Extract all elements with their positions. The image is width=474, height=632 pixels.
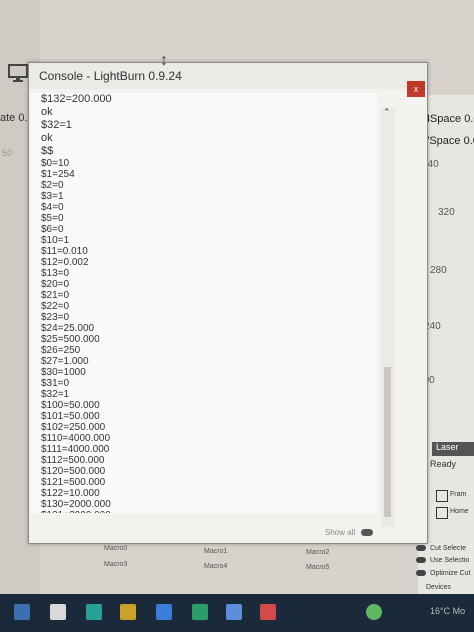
console-line: $27=1.000: [41, 356, 89, 367]
console-line: $100=50.000: [41, 400, 100, 411]
macro-button[interactable]: Macro5: [306, 564, 329, 571]
edge-icon[interactable]: [86, 604, 102, 620]
store-icon[interactable]: [156, 604, 172, 620]
console-line: $32=1: [41, 119, 72, 131]
console-line: $$: [41, 145, 54, 157]
console-output[interactable]: $132=200.000 ok $32=1 ok $$ $0=10 $1=254 $2=0 $3…: [31, 93, 377, 513]
console-line: $112=500.000: [41, 455, 105, 466]
home-icon[interactable]: [436, 507, 448, 519]
console-line: $4=0: [41, 202, 64, 213]
title-bar[interactable]: Console - LightBurn 0.9.24 x: [8, 63, 427, 97]
use-selection-label: Use Selectio: [430, 557, 470, 564]
console-line: $1=254: [41, 169, 75, 180]
console-footer: Show all: [29, 528, 427, 543]
optimize-cut-label: Optimize Cut: [430, 570, 471, 577]
console-line: $130=2000.000: [41, 499, 111, 510]
toggle-icon: [416, 570, 426, 577]
console-line: $13=0: [41, 268, 70, 279]
macro-button[interactable]: Macro4: [204, 563, 227, 570]
frame-button-label[interactable]: Fram: [450, 491, 466, 498]
start-icon[interactable]: [14, 604, 30, 620]
console-line: $31=0: [41, 378, 70, 389]
console-line: $25=500.000: [41, 334, 100, 345]
toggle-icon: [416, 557, 426, 564]
app-icon[interactable]: [366, 604, 382, 620]
app-icon[interactable]: [192, 604, 208, 620]
console-line: $2=0: [41, 180, 64, 191]
tab-laser[interactable]: Laser: [432, 442, 474, 456]
toggle-icon: [416, 545, 426, 552]
macro-button[interactable]: Macro3: [104, 561, 127, 568]
cut-selected-label: Cut Selecte: [430, 545, 467, 552]
console-scrollbar[interactable]: ⌃: [381, 107, 395, 527]
home-button-label[interactable]: Home: [450, 508, 469, 515]
left-ruler-label: 50: [2, 148, 13, 158]
console-line: $32=1: [41, 389, 70, 400]
console-line: $22=0: [41, 301, 70, 312]
resize-cursor-icon: ↕: [160, 52, 168, 69]
optimize-cut-toggle[interactable]: Optimize Cut: [416, 570, 470, 577]
close-button[interactable]: x: [407, 81, 425, 97]
console-line: ok: [41, 132, 53, 144]
status-text: Ready: [430, 459, 457, 469]
console-line: $131=2000.000: [31, 510, 377, 513]
macro-button[interactable]: Macro2: [306, 549, 329, 556]
console-line: $121=500.000: [41, 477, 106, 488]
console-line: $30=1000: [41, 367, 86, 378]
macro-button[interactable]: Macro1: [204, 548, 227, 555]
weather-text: 16°C Mo: [430, 606, 466, 616]
show-all-label: Show all: [325, 528, 356, 537]
console-line: $12=0.002: [41, 257, 89, 268]
console-line: $110=4000.000: [41, 433, 111, 444]
vspace-label: VSpace 0.0: [422, 135, 474, 147]
console-line: $0=10: [41, 158, 70, 169]
show-all-toggle[interactable]: [361, 529, 373, 536]
scrollbar-thumb[interactable]: [384, 367, 391, 517]
macro-bar: Macro0 Macro1 Macro2 Macro3 Macro4 Macro…: [68, 545, 408, 575]
console-line: $122=10.000: [41, 488, 100, 499]
app-icon[interactable]: [226, 604, 242, 620]
monitor-icon: [8, 64, 28, 82]
console-line: $102=250.000: [41, 422, 106, 433]
lightburn-icon[interactable]: [260, 604, 276, 620]
folder-icon[interactable]: [120, 604, 136, 620]
console-line: $11=0.010: [41, 246, 88, 257]
frame-icon[interactable]: [436, 490, 448, 502]
console-line: $132=200.000: [41, 93, 112, 105]
console-line: ok: [41, 106, 53, 118]
console-line: $120=500.000: [41, 466, 106, 477]
hspace-label: HSpace 0.0: [422, 113, 474, 125]
devices-label[interactable]: Devices: [426, 584, 451, 591]
ruler-tick: 280: [430, 265, 447, 276]
ruler-tick: 320: [438, 207, 455, 218]
console-line: $21=0: [41, 290, 70, 301]
console-line: $10=1: [41, 235, 70, 246]
console-line: $3=1: [41, 191, 64, 202]
console-line: $101=50.000: [41, 411, 100, 422]
macro-button[interactable]: Macro0: [104, 545, 127, 552]
console-line: $111=4000.000: [41, 444, 110, 455]
console-line: $20=0: [41, 279, 70, 290]
console-line: $5=0: [41, 213, 64, 224]
chevron-up-icon[interactable]: ⌃: [383, 107, 391, 118]
console-line: $6=0: [41, 224, 64, 235]
console-window: Console - LightBurn 0.9.24 x $132=200.00…: [8, 62, 428, 544]
console-line: $24=25.000: [41, 323, 95, 334]
console-line: $23=0: [41, 312, 70, 323]
use-selection-toggle[interactable]: Use Selectio: [416, 557, 469, 564]
cut-selected-toggle[interactable]: Cut Selecte: [416, 545, 466, 552]
taskbar: 16°C Mo: [0, 594, 474, 632]
console-line: $26=250: [41, 345, 81, 356]
task-view-icon[interactable]: [50, 604, 66, 620]
